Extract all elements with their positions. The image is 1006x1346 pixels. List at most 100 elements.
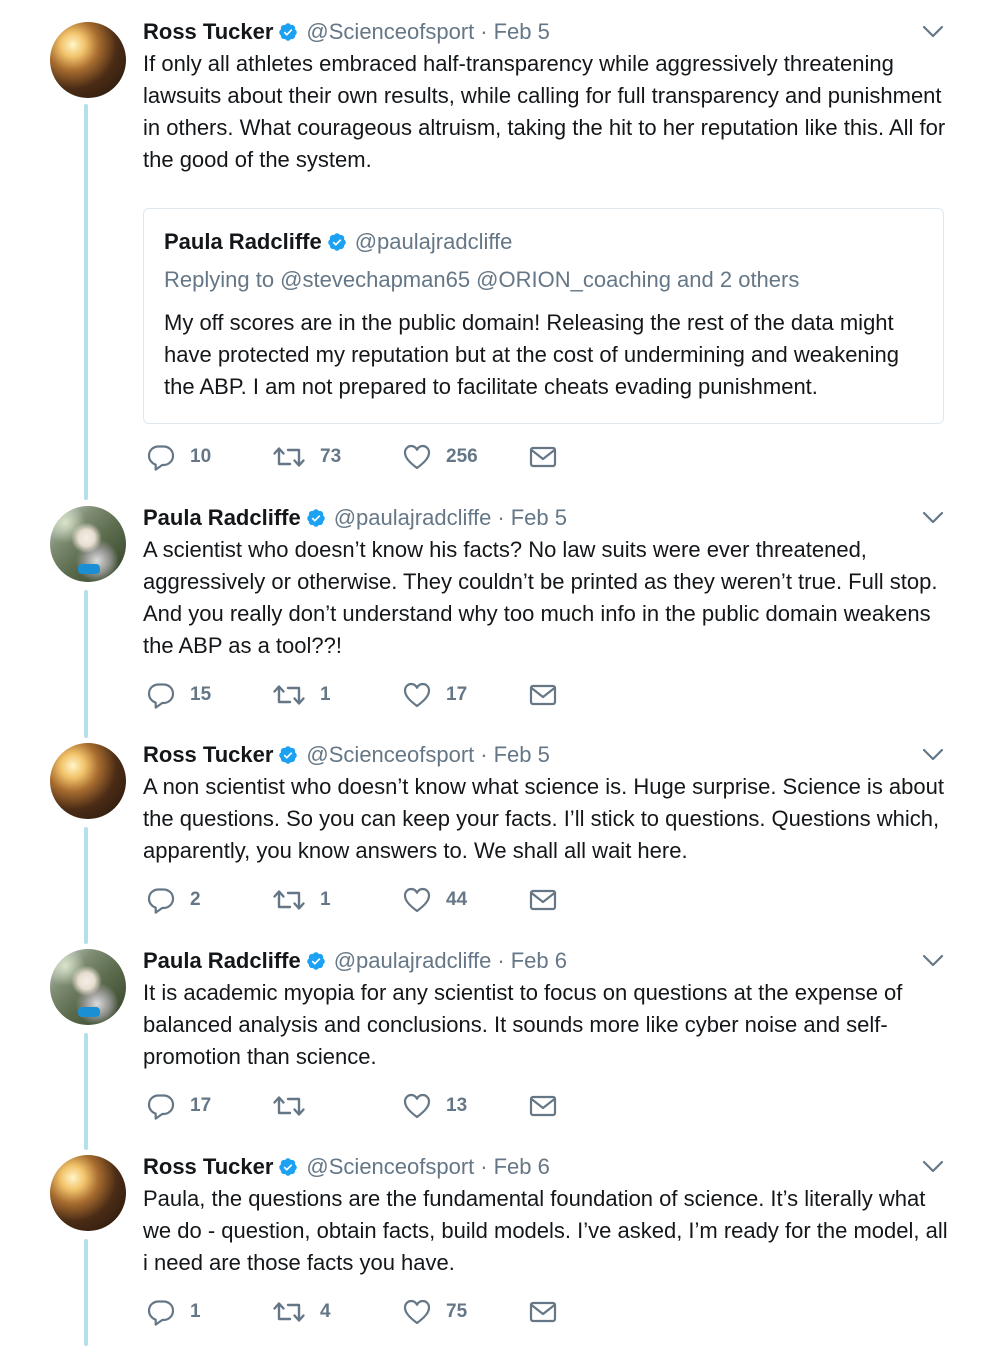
avatar[interactable] [50, 22, 126, 98]
quoted-tweet[interactable]: Paula Radcliffe @paulajradcliffe Replyin… [143, 208, 944, 424]
reply-icon [146, 885, 176, 915]
chevron-down-icon[interactable] [921, 1157, 945, 1177]
chevron-down-icon[interactable] [921, 745, 945, 765]
tweet-header: Ross Tucker @Scienceofsport · Feb 5 [143, 737, 550, 773]
retweet-button[interactable]: 4 [272, 1297, 331, 1327]
timestamp[interactable]: Feb 5 [511, 505, 567, 531]
reply-button[interactable]: 1 [146, 1297, 201, 1327]
chevron-down-icon[interactable] [921, 508, 945, 528]
author-handle[interactable]: @Scienceofsport [306, 1154, 474, 1180]
reply-icon [146, 442, 176, 472]
envelope-icon [528, 680, 558, 710]
author-name[interactable]: Paula Radcliffe [143, 948, 301, 974]
envelope-icon [528, 1297, 558, 1327]
timestamp[interactable]: Feb 6 [494, 1154, 550, 1180]
like-button[interactable]: 75 [402, 1297, 467, 1327]
tweet[interactable]: Ross Tucker @Scienceofsport · Feb 5 If o… [0, 14, 1006, 484]
heart-icon [402, 1091, 432, 1121]
avatar[interactable] [50, 743, 126, 819]
author-name[interactable]: Ross Tucker [143, 19, 273, 45]
retweet-button[interactable]: 73 [272, 442, 341, 472]
heart-icon [402, 1297, 432, 1327]
avatar[interactable] [50, 949, 126, 1025]
retweet-count: 1 [320, 889, 331, 910]
quoted-author-handle: @paulajradcliffe [354, 229, 513, 254]
retweet-count: 73 [320, 446, 342, 467]
separator: · [480, 1154, 488, 1179]
direct-message-button[interactable] [528, 1091, 558, 1121]
reply-icon [146, 1091, 176, 1121]
tweet-text: Paula, the questions are the fundamental… [143, 1186, 948, 1275]
separator: · [480, 742, 488, 767]
direct-message-button[interactable] [528, 885, 558, 915]
author-name[interactable]: Ross Tucker [143, 742, 273, 768]
envelope-icon [528, 1091, 558, 1121]
heart-icon [402, 442, 432, 472]
like-button[interactable]: 256 [402, 442, 478, 472]
quoted-tweet-header: Paula Radcliffe @paulajradcliffe [164, 229, 512, 255]
author-handle[interactable]: @paulajradcliffe [334, 505, 492, 531]
retweet-icon [272, 1297, 306, 1327]
retweet-icon [272, 442, 306, 472]
author-name[interactable]: Ross Tucker [143, 1154, 273, 1180]
reply-button[interactable]: 10 [146, 442, 211, 472]
retweet-button[interactable]: 1 [272, 680, 331, 710]
retweet-count: 4 [320, 1301, 331, 1322]
like-button[interactable]: 44 [402, 885, 467, 915]
reply-icon [146, 1297, 176, 1327]
verified-badge-icon [327, 232, 347, 252]
quoted-tweet-text: My off scores are in the public domain! … [164, 310, 900, 399]
retweet-icon [272, 885, 306, 915]
envelope-icon [528, 885, 558, 915]
avatar[interactable] [50, 506, 126, 582]
verified-badge-icon [278, 1157, 298, 1177]
retweet-button[interactable]: 1 [272, 885, 331, 915]
tweet[interactable]: Ross Tucker @Scienceofsport · Feb 6 Paul… [0, 1149, 1006, 1339]
direct-message-button[interactable] [528, 442, 558, 472]
tweet[interactable]: Paula Radcliffe @paulajradcliffe · Feb 6… [0, 943, 1006, 1133]
tweet-header: Ross Tucker @Scienceofsport · Feb 5 [143, 14, 550, 50]
reply-count: 1 [190, 1301, 201, 1322]
reply-count: 10 [190, 446, 212, 467]
heart-icon [402, 885, 432, 915]
direct-message-button[interactable] [528, 1297, 558, 1327]
like-count: 13 [446, 1095, 468, 1116]
tweet-text: A non scientist who doesn’t know what sc… [143, 774, 944, 863]
like-button[interactable]: 17 [402, 680, 467, 710]
retweet-button[interactable] [272, 1091, 320, 1121]
tweet-header: Ross Tucker @Scienceofsport · Feb 6 [143, 1149, 550, 1185]
tweet[interactable]: Ross Tucker @Scienceofsport · Feb 5 A no… [0, 737, 1006, 927]
author-handle[interactable]: @Scienceofsport [306, 742, 474, 768]
reply-button[interactable]: 2 [146, 885, 201, 915]
author-handle[interactable]: @paulajradcliffe [334, 948, 492, 974]
envelope-icon [528, 442, 558, 472]
reply-count: 15 [190, 684, 212, 705]
reply-button[interactable]: 15 [146, 680, 211, 710]
chevron-down-icon[interactable] [921, 951, 945, 971]
chevron-down-icon[interactable] [921, 22, 945, 42]
separator: · [497, 505, 505, 530]
timestamp[interactable]: Feb 5 [494, 19, 550, 45]
verified-badge-icon [278, 22, 298, 42]
like-count: 256 [446, 446, 478, 467]
author-handle[interactable]: @Scienceofsport [306, 19, 474, 45]
like-count: 75 [446, 1301, 468, 1322]
author-name[interactable]: Paula Radcliffe [143, 505, 301, 531]
quoted-author-name: Paula Radcliffe [164, 229, 322, 254]
avatar[interactable] [50, 1155, 126, 1231]
timestamp[interactable]: Feb 6 [511, 948, 567, 974]
reply-count: 2 [190, 889, 201, 910]
direct-message-button[interactable] [528, 680, 558, 710]
reply-button[interactable]: 17 [146, 1091, 211, 1121]
timestamp[interactable]: Feb 5 [494, 742, 550, 768]
tweet-header: Paula Radcliffe @paulajradcliffe · Feb 6 [143, 943, 567, 979]
replying-to: Replying to @stevechapman65 @ORION_coach… [164, 267, 800, 292]
like-count: 17 [446, 684, 468, 705]
verified-badge-icon [306, 508, 326, 528]
tweet-header: Paula Radcliffe @paulajradcliffe · Feb 5 [143, 500, 567, 536]
heart-icon [402, 680, 432, 710]
verified-badge-icon [278, 745, 298, 765]
tweet[interactable]: Paula Radcliffe @paulajradcliffe · Feb 5… [0, 500, 1006, 720]
like-button[interactable]: 13 [402, 1091, 467, 1121]
separator: · [497, 948, 505, 973]
